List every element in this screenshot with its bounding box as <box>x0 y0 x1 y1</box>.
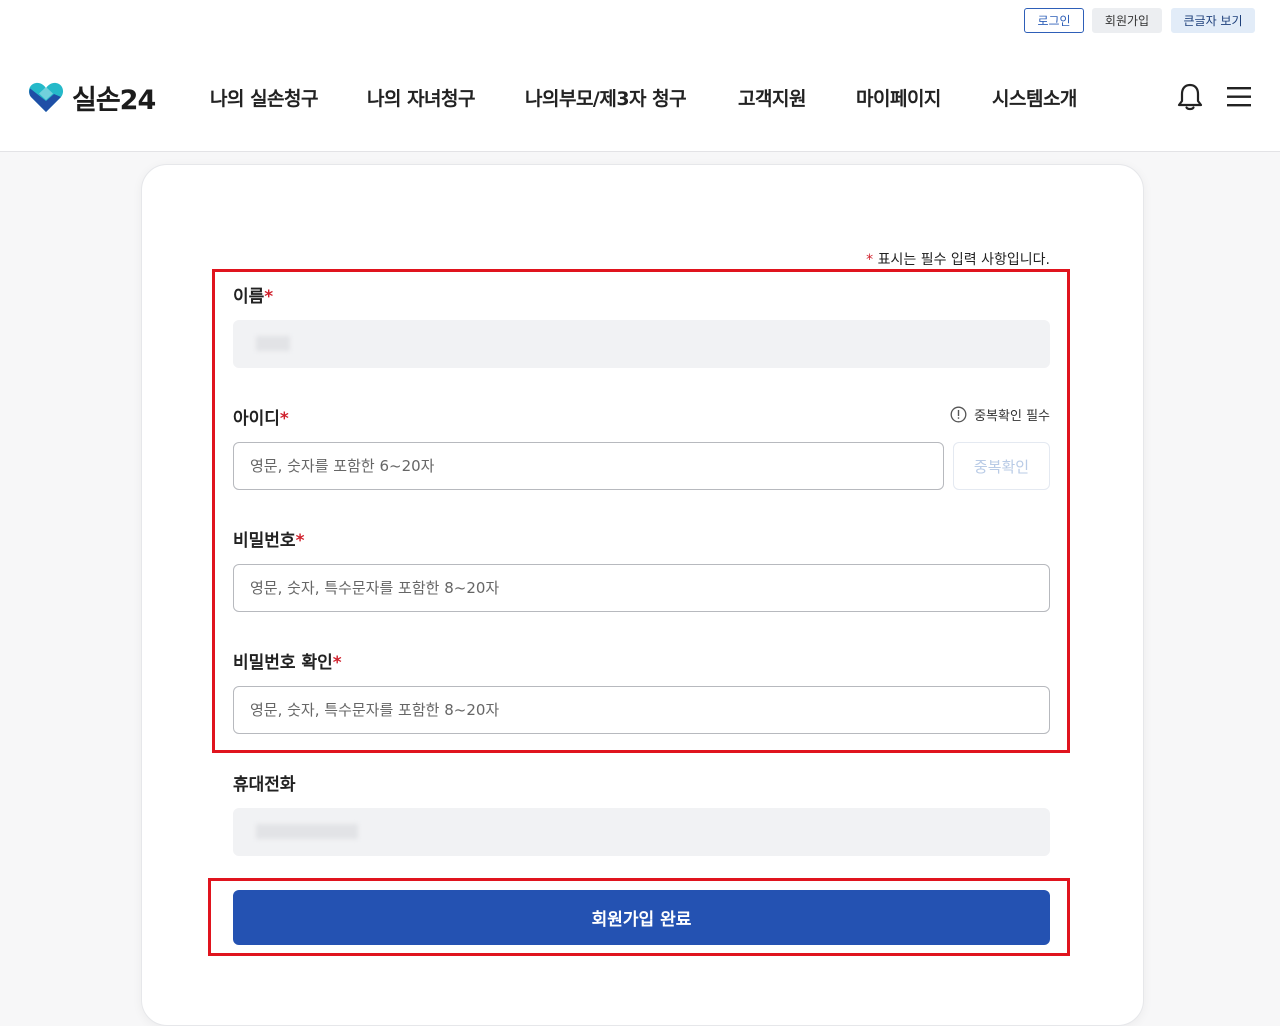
id-label: 아이디* <box>233 404 289 429</box>
phone-label: 휴대전화 <box>233 770 296 795</box>
password-confirm-label: 비밀번호 확인* <box>233 648 342 673</box>
password-confirm-label-text: 비밀번호 확인 <box>233 653 333 673</box>
required-note: * 표시는 필수 입력 사항입니다. <box>866 249 1050 269</box>
heart-logo-icon <box>28 82 64 112</box>
login-button[interactable]: 로그인 <box>1024 8 1084 33</box>
required-note-text: 표시는 필수 입력 사항입니다. <box>877 252 1050 268</box>
logo-text: 실손24 <box>72 84 156 116</box>
masked-phone-value <box>256 824 358 839</box>
name-field <box>233 320 1050 368</box>
dup-check-note-text: 중복확인 필수 <box>974 409 1050 424</box>
phone-label-text: 휴대전화 <box>233 775 296 795</box>
id-label-text: 아이디 <box>233 409 280 429</box>
password-label-text: 비밀번호 <box>233 531 296 551</box>
site-logo[interactable]: 실손24 <box>28 80 156 116</box>
dup-check-button[interactable]: 중복확인 <box>953 442 1050 490</box>
required-mark: * <box>866 252 874 268</box>
nav-item-mypage[interactable]: 마이페이지 <box>856 84 941 111</box>
bell-icon[interactable] <box>1176 82 1204 112</box>
nav-item-child-claim[interactable]: 나의 자녀청구 <box>367 84 476 111</box>
masked-name-value <box>256 336 290 351</box>
password-label: 비밀번호* <box>233 526 304 551</box>
nav-item-system-intro[interactable]: 시스템소개 <box>992 84 1077 111</box>
nav-item-parent-third-party-claim[interactable]: 나의부모/제3자 청구 <box>525 84 687 111</box>
nav-item-my-claim[interactable]: 나의 실손청구 <box>210 84 319 111</box>
menu-icon[interactable] <box>1226 86 1252 108</box>
signup-complete-button[interactable]: 회원가입 완료 <box>233 890 1050 945</box>
large-text-button[interactable]: 큰글자 보기 <box>1171 8 1255 33</box>
join-button[interactable]: 회원가입 <box>1092 8 1162 33</box>
nav-item-customer-support[interactable]: 고객지원 <box>738 84 806 111</box>
id-input[interactable] <box>233 442 944 490</box>
info-circle-icon <box>950 406 967 423</box>
site-header: 로그인 회원가입 큰글자 보기 실손24 나의 실손청구 나의 자녀청구 나의부… <box>0 0 1280 152</box>
name-label-text: 이름 <box>233 287 265 307</box>
required-mark: * <box>264 287 274 307</box>
dup-check-note: 중복확인 필수 <box>950 405 1050 424</box>
password-confirm-input[interactable] <box>233 686 1050 734</box>
required-mark: * <box>279 409 289 429</box>
required-mark: * <box>295 531 305 551</box>
name-label: 이름* <box>233 282 273 307</box>
required-mark: * <box>332 653 342 673</box>
password-input[interactable] <box>233 564 1050 612</box>
